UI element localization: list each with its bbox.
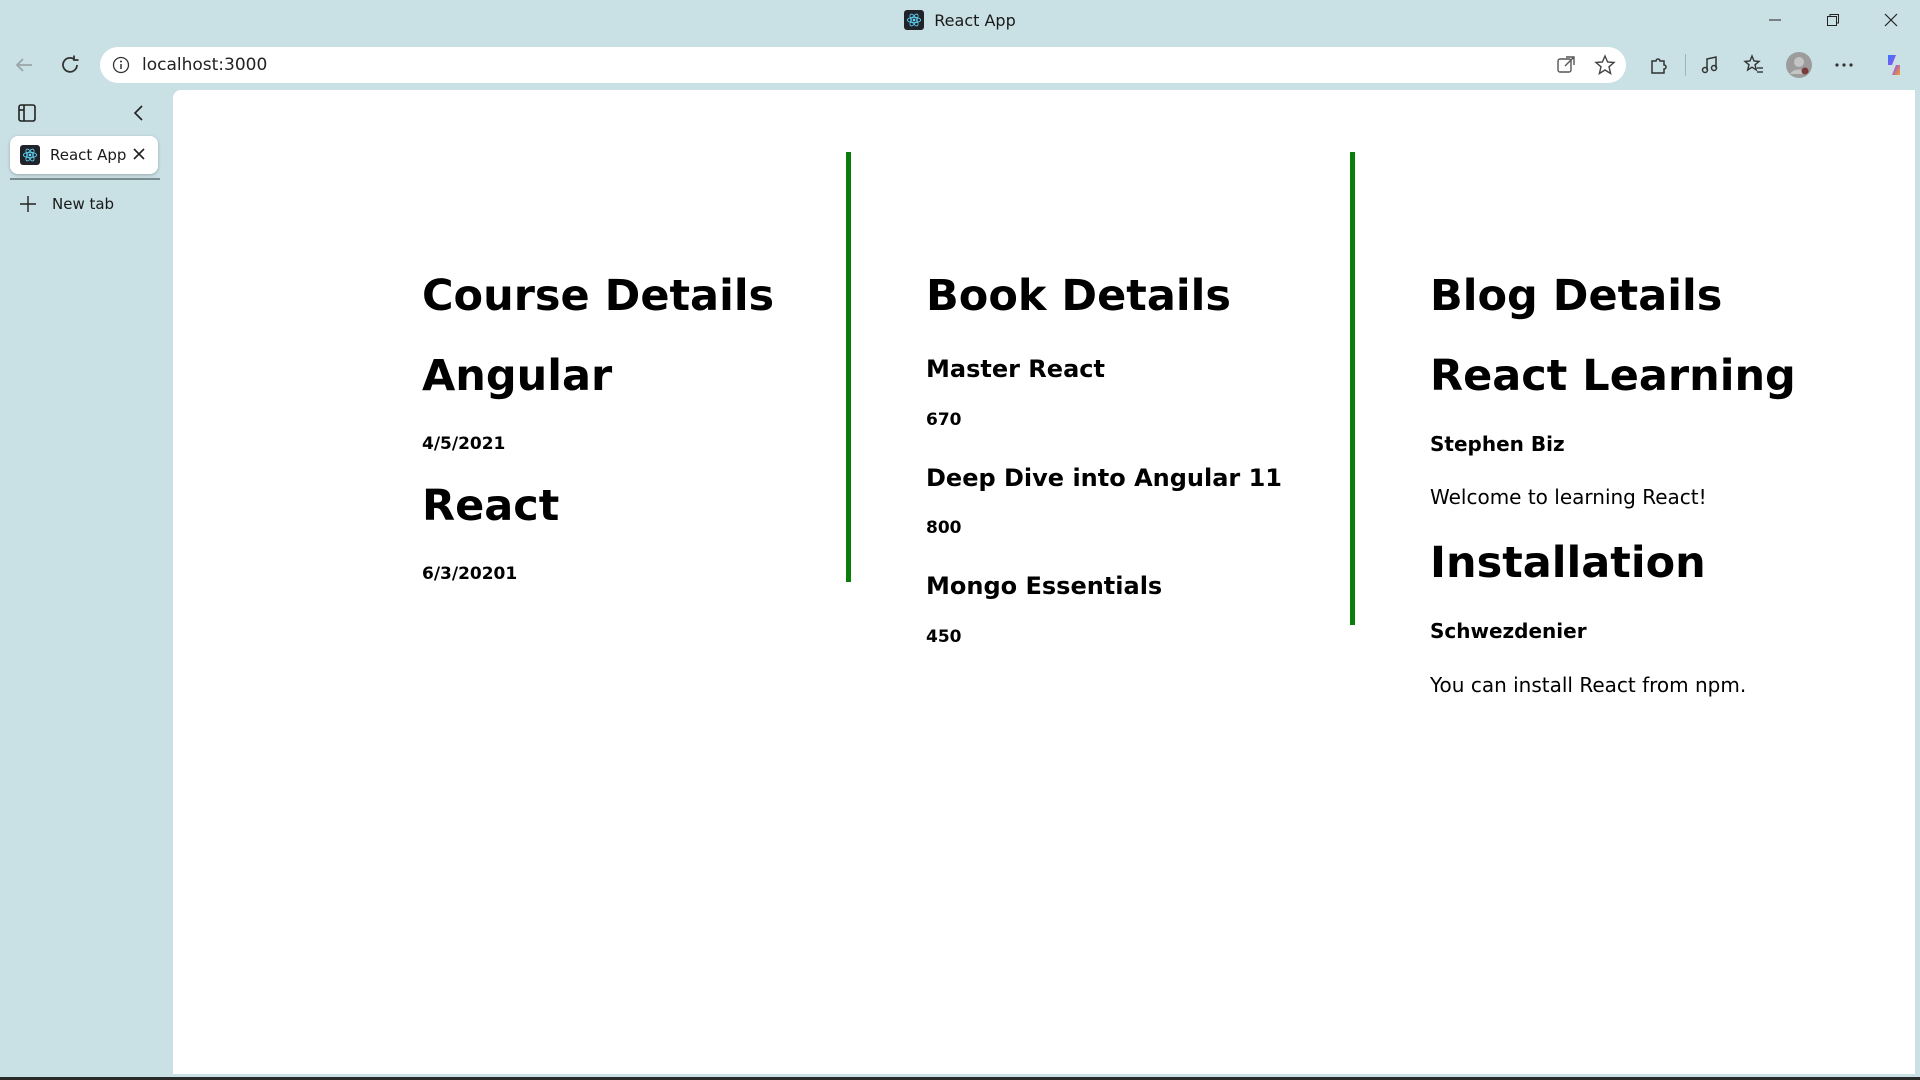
back-button[interactable]: [6, 48, 42, 82]
book-name: Master React: [926, 355, 1105, 383]
section-heading: Book Details: [926, 271, 1231, 321]
blog-title: React Learning: [1430, 351, 1796, 401]
close-window-button[interactable]: [1863, 0, 1919, 40]
plus-icon: [20, 196, 36, 212]
toolbar-separator: [1685, 54, 1686, 76]
minimize-icon: [1769, 19, 1781, 21]
blog-content: Welcome to learning React!: [1430, 485, 1707, 509]
tab-react-app[interactable]: React App: [10, 136, 158, 174]
profile-button[interactable]: [1781, 48, 1817, 82]
tab-label: React App: [50, 146, 127, 164]
favorite-star-icon[interactable]: [1594, 54, 1616, 76]
favorites-button[interactable]: [1736, 48, 1772, 82]
section-heading: Blog Details: [1430, 271, 1723, 321]
more-horizontal-icon: [1835, 63, 1853, 67]
tab-actions-icon: [18, 104, 36, 122]
blog-author: Stephen Biz: [1430, 432, 1565, 456]
puzzle-icon: [1651, 58, 1667, 74]
title-bar: React App: [0, 0, 1920, 40]
media-button[interactable]: [1692, 48, 1728, 82]
address-bar[interactable]: localhost:3000: [100, 47, 1626, 83]
vertical-tabs-panel: React App New tab: [0, 90, 172, 1080]
favorites-list-icon: [1743, 54, 1763, 73]
close-icon: [133, 148, 145, 160]
new-tab-label: New tab: [52, 195, 115, 213]
collapse-pane-button[interactable]: [128, 102, 150, 124]
blog-title: Installation: [1430, 538, 1706, 588]
chevron-left-icon: [133, 105, 143, 121]
avatar-icon: [1786, 52, 1812, 78]
window-title-text: React App: [934, 10, 1016, 30]
book-price: 450: [926, 627, 962, 647]
course-date: 4/5/2021: [422, 434, 506, 454]
book-name: Deep Dive into Angular 11: [926, 464, 1283, 492]
open-in-app-icon[interactable]: [1556, 55, 1576, 75]
close-icon: [1884, 13, 1898, 27]
new-tab-button[interactable]: New tab: [18, 194, 114, 214]
extensions-button[interactable]: [1641, 48, 1677, 82]
restore-button[interactable]: [1805, 0, 1861, 40]
music-note-icon: [1701, 56, 1718, 74]
section-heading: Course Details: [422, 271, 775, 321]
back-arrow-icon: [15, 58, 32, 72]
tab-actions-button[interactable]: [16, 102, 38, 124]
column-divider: [846, 152, 851, 582]
react-logo-icon: [20, 145, 40, 165]
blog-author: Schwezdenier: [1430, 619, 1587, 643]
window-title: React App: [0, 0, 1920, 40]
book-price: 800: [926, 518, 962, 538]
close-tab-button[interactable]: [130, 145, 148, 163]
copilot-icon: [1888, 55, 1900, 75]
url-text[interactable]: localhost:3000: [142, 55, 267, 75]
course-name: Angular: [422, 351, 613, 401]
course-date: 6/3/20201: [422, 564, 518, 584]
settings-more-button[interactable]: [1826, 48, 1862, 82]
blog-content: You can install React from npm.: [1430, 673, 1747, 697]
tab-divider: [10, 178, 160, 180]
copilot-button[interactable]: [1876, 48, 1912, 82]
restore-icon: [1827, 14, 1839, 26]
site-info-icon[interactable]: [112, 56, 130, 74]
reload-icon: [62, 55, 79, 73]
column-divider: [1350, 152, 1355, 625]
minimize-button[interactable]: [1747, 0, 1803, 40]
reload-button[interactable]: [52, 48, 88, 82]
page-content: Course Details Angular 4/5/2021 React 6/…: [173, 90, 1915, 1074]
browser-toolbar: localhost:3000: [0, 40, 1920, 90]
book-price: 670: [926, 410, 962, 430]
course-name: React: [422, 481, 560, 531]
book-name: Mongo Essentials: [926, 572, 1163, 600]
react-logo-icon: [904, 10, 925, 30]
